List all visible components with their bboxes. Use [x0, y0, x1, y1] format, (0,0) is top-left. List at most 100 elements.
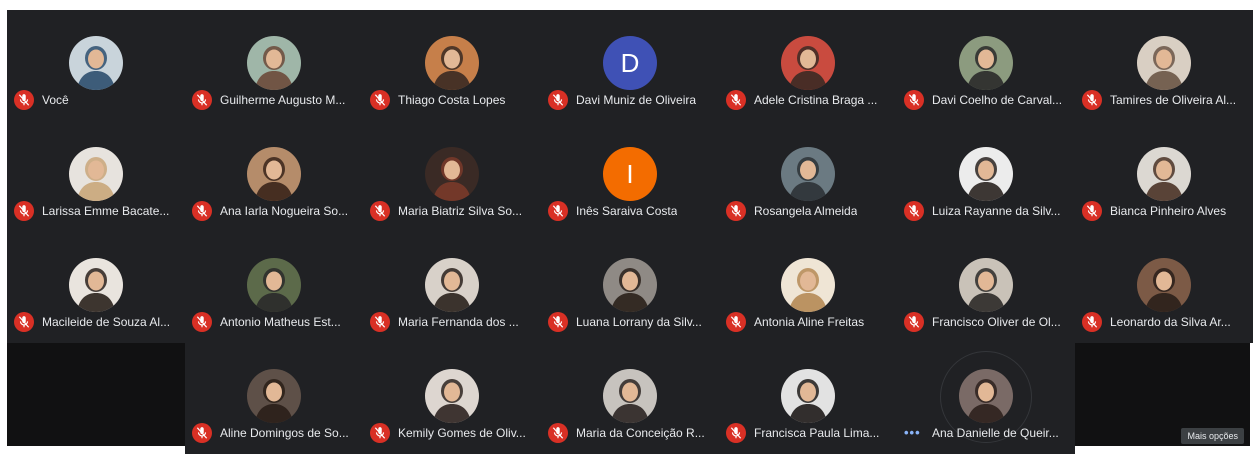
participant-tile[interactable]: Ana Iarla Nogueira So... — [185, 121, 363, 232]
avatar — [425, 258, 479, 312]
mic-muted-icon — [14, 90, 34, 110]
mic-muted-icon — [1082, 312, 1102, 332]
mic-muted-icon — [192, 201, 212, 221]
participant-nameplate: Adele Cristina Braga ... — [726, 89, 891, 111]
participant-nameplate: Davi Muniz de Oliveira — [548, 89, 713, 111]
participant-nameplate: Kemily Gomes de Oliv... — [370, 422, 535, 444]
avatar — [69, 36, 123, 90]
participant-nameplate: Francisca Paula Lima... — [726, 422, 891, 444]
participant-nameplate: Antonio Matheus Est... — [192, 311, 357, 333]
avatar — [781, 36, 835, 90]
participant-tile[interactable]: Leonardo da Silva Ar... — [1075, 232, 1253, 343]
avatar — [959, 258, 1013, 312]
avatar — [247, 147, 301, 201]
participant-tile[interactable]: I Inês Saraiva Costa — [541, 121, 719, 232]
avatar — [247, 258, 301, 312]
participant-tile[interactable]: Aline Domingos de So... — [185, 343, 363, 454]
participant-tile[interactable]: Larissa Emme Bacate... — [7, 121, 185, 232]
participant-nameplate: Macileide de Souza Al... — [14, 311, 179, 333]
avatar: I — [603, 147, 657, 201]
participant-nameplate: Larissa Emme Bacate... — [14, 200, 179, 222]
mic-muted-icon — [548, 201, 568, 221]
participant-tile[interactable]: Maria Fernanda dos ... — [363, 232, 541, 343]
participant-name: Macileide de Souza Al... — [42, 315, 171, 329]
participant-name: Davi Muniz de Oliveira — [576, 93, 697, 107]
participant-tile[interactable]: Francisco Oliver de Ol... — [897, 232, 1075, 343]
mic-muted-icon — [192, 423, 212, 443]
avatar — [781, 369, 835, 423]
participant-tile[interactable]: Adele Cristina Braga ... — [719, 10, 897, 121]
participant-name: Kemily Gomes de Oliv... — [398, 426, 526, 440]
participant-name: Adele Cristina Braga ... — [754, 93, 878, 107]
participant-tile[interactable]: Antonio Matheus Est... — [185, 232, 363, 343]
participant-tile[interactable]: Luiza Rayanne da Silv... — [897, 121, 1075, 232]
participant-nameplate: Maria da Conceição R... — [548, 422, 713, 444]
participant-name: Maria Fernanda dos ... — [398, 315, 519, 329]
participant-name: Aline Domingos de So... — [220, 426, 349, 440]
participant-nameplate: Francisco Oliver de Ol... — [904, 311, 1069, 333]
participant-nameplate: Guilherme Augusto M... — [192, 89, 357, 111]
participant-nameplate: Inês Saraiva Costa — [548, 200, 713, 222]
mic-muted-icon — [904, 90, 924, 110]
participant-tile[interactable]: Davi Coelho de Carval... — [897, 10, 1075, 121]
mic-muted-icon — [548, 90, 568, 110]
participant-tile[interactable]: Você — [7, 10, 185, 121]
participant-name: Antonia Aline Freitas — [754, 315, 865, 329]
avatar: D — [603, 36, 657, 90]
participant-tile[interactable]: Kemily Gomes de Oliv... — [363, 343, 541, 454]
participant-tile[interactable]: Maria Biatriz Silva So... — [363, 121, 541, 232]
participant-nameplate: Leonardo da Silva Ar... — [1082, 311, 1247, 333]
mic-muted-icon — [726, 90, 746, 110]
participant-tile[interactable]: Rosangela Almeida — [719, 121, 897, 232]
mic-muted-icon — [370, 423, 390, 443]
mic-muted-icon — [192, 312, 212, 332]
more-options-button[interactable]: Mais opções — [1181, 428, 1244, 444]
mic-muted-icon — [370, 312, 390, 332]
participant-tile[interactable]: D Davi Muniz de Oliveira — [541, 10, 719, 121]
participant-tile[interactable]: Tamires de Oliveira Al... — [1075, 10, 1253, 121]
participant-tile[interactable]: Bianca Pinheiro Alves — [1075, 121, 1253, 232]
participant-nameplate: Aline Domingos de So... — [192, 422, 357, 444]
avatar — [69, 147, 123, 201]
participant-nameplate: ••• Ana Danielle de Queir... — [904, 422, 1069, 444]
participant-nameplate: Rosangela Almeida — [726, 200, 891, 222]
participant-grid: Você Guilherme Augusto M... Thiago Costa L… — [7, 10, 1253, 454]
avatar — [959, 36, 1013, 90]
participant-tile[interactable]: Antonia Aline Freitas — [719, 232, 897, 343]
mic-muted-icon — [1082, 201, 1102, 221]
participant-name: Davi Coelho de Carval... — [932, 93, 1063, 107]
speaking-indicator-icon: ••• — [904, 425, 921, 440]
participant-name: Larissa Emme Bacate... — [42, 204, 170, 218]
mic-muted-icon — [370, 201, 390, 221]
participant-tile[interactable]: Luana Lorrany da Silv... — [541, 232, 719, 343]
mic-muted-icon — [904, 312, 924, 332]
participant-name: Bianca Pinheiro Alves — [1110, 204, 1227, 218]
participant-name: Francisca Paula Lima... — [754, 426, 880, 440]
avatar-initial: I — [626, 158, 634, 189]
participant-nameplate: Bianca Pinheiro Alves — [1082, 200, 1247, 222]
participant-tile[interactable]: Macileide de Souza Al... — [7, 232, 185, 343]
mic-muted-icon — [14, 201, 34, 221]
participant-nameplate: Maria Fernanda dos ... — [370, 311, 535, 333]
participant-nameplate: Antonia Aline Freitas — [726, 311, 891, 333]
participant-tile[interactable]: Thiago Costa Lopes — [363, 10, 541, 121]
mic-muted-icon — [726, 201, 746, 221]
participant-name: Leonardo da Silva Ar... — [1110, 315, 1231, 329]
participant-nameplate: Davi Coelho de Carval... — [904, 89, 1069, 111]
participant-tile[interactable]: ••• Ana Danielle de Queir... — [897, 343, 1075, 454]
mic-muted-icon — [548, 423, 568, 443]
participant-name: Guilherme Augusto M... — [220, 93, 346, 107]
avatar — [1137, 147, 1191, 201]
mic-muted-icon — [192, 90, 212, 110]
participant-nameplate: Tamires de Oliveira Al... — [1082, 89, 1247, 111]
participant-name: Ana Danielle de Queir... — [932, 426, 1059, 440]
participant-nameplate: Luana Lorrany da Silv... — [548, 311, 713, 333]
participant-tile[interactable]: Francisca Paula Lima... — [719, 343, 897, 454]
participant-name: Thiago Costa Lopes — [398, 93, 506, 107]
participant-tile[interactable]: Guilherme Augusto M... — [185, 10, 363, 121]
participant-name: Antonio Matheus Est... — [220, 315, 341, 329]
participant-name: Tamires de Oliveira Al... — [1110, 93, 1237, 107]
avatar — [959, 147, 1013, 201]
participant-tile[interactable]: Maria da Conceição R... — [541, 343, 719, 454]
participant-nameplate: Você — [14, 89, 179, 111]
